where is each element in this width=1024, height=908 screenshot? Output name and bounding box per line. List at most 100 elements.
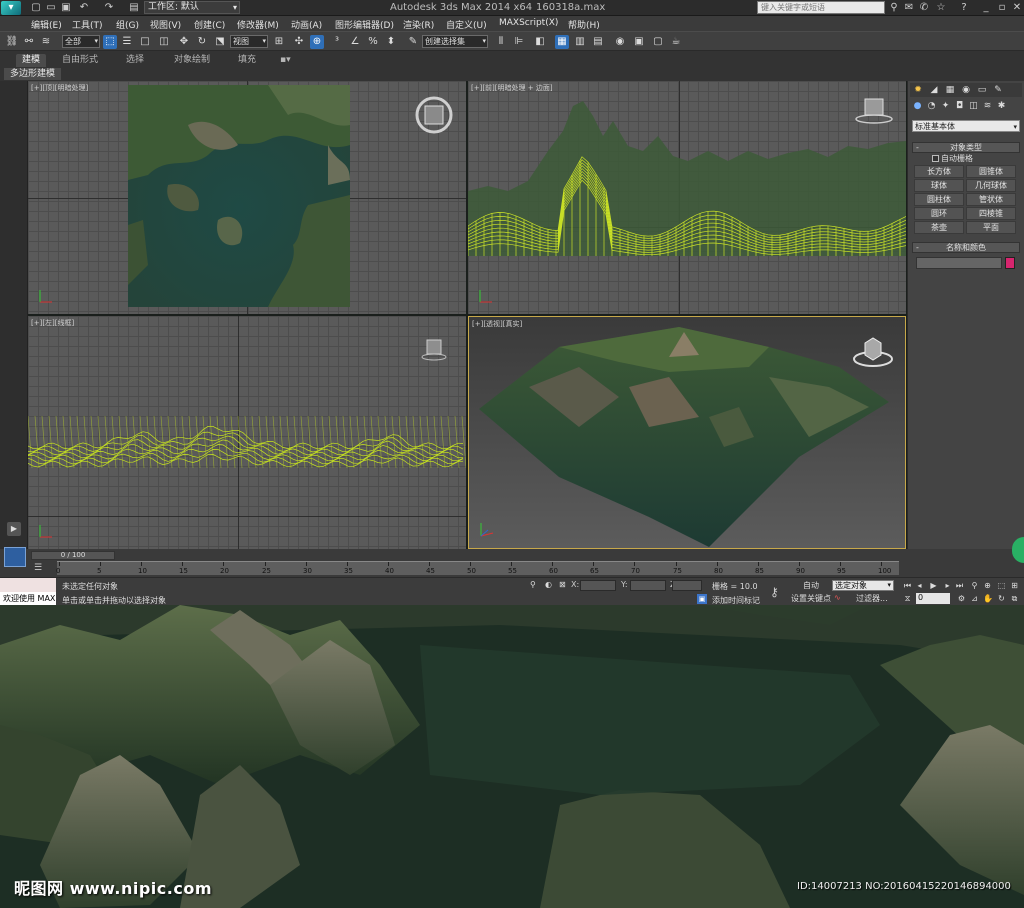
utilities-tab-icon[interactable]: ✎ bbox=[992, 84, 1004, 96]
box-button[interactable]: 长方体 bbox=[914, 165, 964, 178]
zoom-icon[interactable]: ⚲ bbox=[970, 580, 979, 591]
viewport-left-label[interactable]: [+][左][线框] bbox=[31, 318, 74, 328]
undo-icon[interactable]: ↶ bbox=[78, 2, 90, 13]
viewcube-icon[interactable] bbox=[852, 95, 896, 125]
move-icon[interactable]: ✥ bbox=[177, 35, 191, 49]
pyramid-button[interactable]: 四棱锥 bbox=[966, 207, 1016, 220]
go-to-end-icon[interactable]: ⏭ bbox=[955, 580, 964, 591]
workspace-dropdown[interactable]: 工作区: 默认 ▾ bbox=[144, 1, 240, 14]
angle-snap-icon[interactable]: ∠ bbox=[348, 35, 362, 49]
track-bar[interactable]: 0 5 10 15 20 25 30 35 40 45 50 55 60 65 70 75 80 85 90 95 10… bbox=[56, 561, 899, 575]
set-key-button[interactable]: 设置关键点 bbox=[791, 593, 831, 604]
menu-graph-editors[interactable]: 图形编辑器(D) bbox=[335, 18, 394, 31]
tab-populate[interactable]: 填充 bbox=[232, 54, 262, 67]
menu-create[interactable]: 创建(C) bbox=[194, 18, 225, 31]
menu-modifiers[interactable]: 修改器(M) bbox=[237, 18, 279, 31]
expand-panel-icon[interactable]: ▶ bbox=[7, 522, 21, 536]
auto-key-button[interactable]: 自动 bbox=[793, 580, 829, 591]
minimize-icon[interactable]: _ bbox=[980, 2, 992, 14]
maximize-viewport-icon[interactable]: ⧉ bbox=[1010, 593, 1019, 604]
viewport-front-label[interactable]: [+][前][明暗处理 + 边面] bbox=[471, 83, 553, 93]
edit-named-sets-icon[interactable]: ✎ bbox=[406, 35, 420, 49]
app-logo-icon[interactable]: ▾ bbox=[1, 1, 21, 15]
search-input[interactable]: 键入关键字或短语 bbox=[757, 1, 885, 14]
lights-icon[interactable]: ✦ bbox=[940, 101, 951, 112]
viewport-perspective[interactable]: [+][透视][真实] bbox=[468, 316, 906, 549]
object-type-rollout[interactable]: - 对象类型 bbox=[912, 142, 1020, 153]
menu-group[interactable]: 组(G) bbox=[116, 18, 139, 31]
ribbon-options-icon[interactable]: ▪▾ bbox=[274, 54, 297, 67]
spacewarps-icon[interactable]: ≋ bbox=[982, 101, 993, 112]
keyboard-shortcut-override-icon[interactable]: ⊕ bbox=[310, 35, 324, 49]
zoom-extents-icon[interactable]: ⬚ bbox=[997, 580, 1006, 591]
selection-filter-dropdown[interactable]: 全部 ▾ bbox=[62, 35, 100, 48]
render-setup-icon[interactable]: ▣ bbox=[632, 35, 646, 49]
geosphere-button[interactable]: 几何球体 bbox=[966, 179, 1016, 192]
new-file-icon[interactable]: ▢ bbox=[30, 2, 42, 13]
tab-modeling[interactable]: 建模 bbox=[16, 54, 47, 67]
layer-manager-icon[interactable]: ◧ bbox=[533, 35, 547, 49]
zoom-all-icon[interactable]: ⊕ bbox=[983, 580, 992, 591]
viewport-perspective-label[interactable]: [+][透视][真实] bbox=[472, 319, 522, 329]
communication-icon[interactable]: ✆ bbox=[918, 2, 930, 14]
menu-views[interactable]: 视图(V) bbox=[150, 18, 181, 31]
viewport-front[interactable]: [+][前][明暗处理 + 边面] bbox=[468, 81, 906, 314]
percent-snap-icon[interactable]: % bbox=[366, 35, 380, 49]
time-slider[interactable]: 0 / 100 bbox=[31, 551, 115, 560]
redo-icon[interactable]: ↷ bbox=[103, 2, 115, 13]
viewport-layout-icon[interactable] bbox=[4, 547, 26, 567]
time-tag-icon[interactable]: ▣ bbox=[697, 594, 707, 604]
create-tab-icon[interactable]: ✹ bbox=[912, 84, 924, 96]
absolute-mode-icon[interactable]: ⊠ bbox=[559, 580, 566, 589]
z-coordinate-field[interactable] bbox=[672, 580, 702, 591]
viewport-left[interactable]: [+][左][线框] bbox=[28, 316, 466, 549]
key-icon[interactable]: ⚷ bbox=[770, 585, 779, 599]
primitive-category-dropdown[interactable]: 标准基本体 ▾ bbox=[912, 120, 1020, 132]
teapot-button[interactable]: 茶壶 bbox=[914, 221, 964, 234]
steering-wheel-icon[interactable] bbox=[414, 95, 454, 135]
tube-button[interactable]: 管状体 bbox=[966, 193, 1016, 206]
unlink-icon[interactable]: ⚯ bbox=[22, 35, 36, 49]
selection-set-dropdown[interactable]: 选定对象 ▾ bbox=[832, 580, 894, 591]
viewcube-icon[interactable] bbox=[420, 336, 450, 362]
curve-editor-icon[interactable]: ▥ bbox=[573, 35, 587, 49]
select-manipulate-icon[interactable]: ✣ bbox=[292, 35, 306, 49]
align-icon[interactable]: ⊫ bbox=[512, 35, 526, 49]
hierarchy-tab-icon[interactable]: ▦ bbox=[944, 84, 956, 96]
cameras-icon[interactable]: ◘ bbox=[954, 101, 965, 112]
object-color-swatch[interactable] bbox=[1005, 257, 1015, 269]
systems-icon[interactable]: ✱ bbox=[996, 101, 1007, 112]
modify-tab-icon[interactable]: ◢ bbox=[928, 84, 940, 96]
next-frame-icon[interactable]: ▸ bbox=[943, 580, 952, 591]
cone-button[interactable]: 圆锥体 bbox=[966, 165, 1016, 178]
torus-button[interactable]: 圆环 bbox=[914, 207, 964, 220]
previous-frame-icon[interactable]: ◂ bbox=[915, 580, 924, 591]
tab-object-paint[interactable]: 对象绘制 bbox=[168, 54, 216, 67]
key-mode-icon[interactable]: ⧖ bbox=[903, 593, 912, 604]
menu-help[interactable]: 帮助(H) bbox=[568, 18, 600, 31]
link-icon[interactable]: ⛓ bbox=[5, 35, 19, 49]
binoculars-icon[interactable]: ⚲ bbox=[888, 2, 900, 14]
graphite-toggle-icon[interactable]: ▦ bbox=[555, 35, 569, 49]
close-icon[interactable]: ✕ bbox=[1011, 2, 1023, 14]
isolate-icon[interactable]: ◐ bbox=[545, 580, 552, 589]
rendered-frame-icon[interactable]: ▢ bbox=[651, 35, 665, 49]
ref-coord-dropdown[interactable]: 视图 ▾ bbox=[230, 35, 268, 48]
rect-selection-icon[interactable]: □ bbox=[138, 35, 152, 49]
material-editor-icon[interactable]: ◉ bbox=[613, 35, 627, 49]
autogrid-checkbox[interactable]: 自动栅格 bbox=[932, 153, 973, 164]
menu-customize[interactable]: 自定义(U) bbox=[446, 18, 487, 31]
menu-maxscript[interactable]: MAXScript(X) bbox=[499, 18, 558, 28]
tab-freeform[interactable]: 自由形式 bbox=[56, 54, 104, 67]
play-icon[interactable]: ▶ bbox=[929, 580, 938, 591]
viewport-top[interactable]: [+][顶][明暗处理] bbox=[28, 81, 466, 314]
help-icon[interactable]: ? bbox=[958, 2, 970, 14]
open-file-icon[interactable]: ▭ bbox=[45, 2, 57, 13]
object-name-field[interactable] bbox=[916, 257, 1002, 269]
helpers-icon[interactable]: ◫ bbox=[968, 101, 979, 112]
viewcube-icon[interactable] bbox=[851, 333, 895, 371]
key-tangent-icon[interactable]: ∿ bbox=[834, 593, 841, 602]
orbit-icon[interactable]: ↻ bbox=[997, 593, 1006, 604]
time-config-icon[interactable]: ⚙ bbox=[957, 593, 966, 604]
rotate-icon[interactable]: ↻ bbox=[195, 35, 209, 49]
